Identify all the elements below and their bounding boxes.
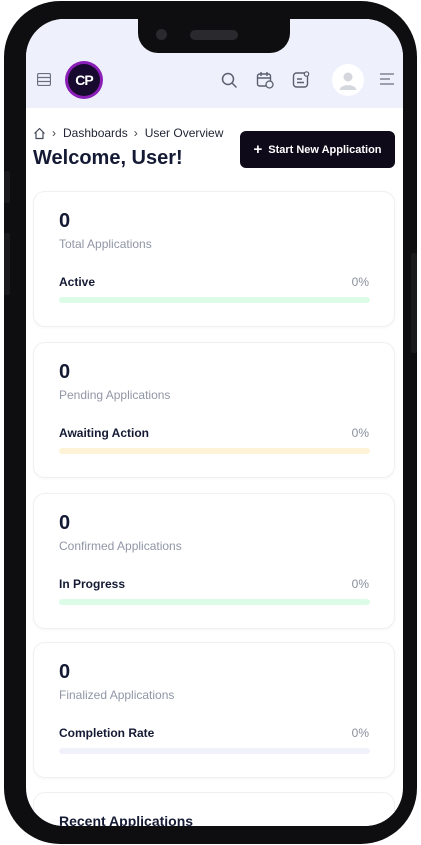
screen: CP › Dashboards › User Overview Welcome,… <box>26 19 403 826</box>
recent-applications-card: Recent Applications <box>33 792 395 826</box>
power-button <box>411 253 417 353</box>
menu-icon[interactable] <box>36 71 52 87</box>
stat-count: 0 <box>59 361 71 383</box>
home-icon[interactable] <box>33 127 46 140</box>
camera <box>156 29 167 40</box>
volume-down-button <box>4 233 10 295</box>
phone-frame: CP › Dashboards › User Overview Welcome,… <box>4 1 417 844</box>
progress-track <box>59 599 370 605</box>
stat-percent: 0% <box>351 577 369 591</box>
align-icon[interactable] <box>379 71 395 87</box>
start-new-application-label: Start New Application <box>268 143 382 156</box>
stat-label: Total Applications <box>59 237 152 251</box>
stat-percent: 0% <box>351 426 369 440</box>
breadcrumb: › Dashboards › User Overview <box>33 125 223 141</box>
stat-sub-label: Active <box>59 275 96 289</box>
volume-up-button <box>4 171 10 203</box>
chevron-right-icon: › <box>52 126 56 140</box>
progress-track <box>59 297 370 303</box>
avatar[interactable] <box>332 64 364 96</box>
logo-text: CP <box>68 64 100 96</box>
stat-sub-label: In Progress <box>59 577 126 591</box>
stat-count: 0 <box>59 210 71 232</box>
stat-card-confirmed: 0 Confirmed Applications In Progress 0% <box>33 493 395 629</box>
speaker <box>190 30 238 40</box>
stat-count: 0 <box>59 512 71 534</box>
start-new-application-button[interactable]: + Start New Application <box>240 131 395 168</box>
calendar-icon[interactable] <box>255 70 275 90</box>
notch <box>138 19 290 53</box>
stat-percent: 0% <box>351 726 369 740</box>
chevron-right-icon: › <box>133 126 138 140</box>
stat-count: 0 <box>59 661 71 683</box>
page-title: Welcome, User! <box>33 147 183 169</box>
notes-icon[interactable] <box>291 70 311 90</box>
stat-percent: 0% <box>351 275 369 289</box>
stat-sub-label: Completion Rate <box>59 726 155 740</box>
plus-icon: + <box>253 140 263 158</box>
breadcrumb-item-user-overview[interactable]: User Overview <box>145 126 224 140</box>
recent-applications-title: Recent Applications <box>59 813 194 826</box>
stat-label: Finalized Applications <box>59 688 175 702</box>
progress-track <box>59 748 370 754</box>
stat-label: Confirmed Applications <box>59 539 182 553</box>
search-icon[interactable] <box>220 71 238 89</box>
stat-label: Pending Applications <box>59 388 171 402</box>
app-logo[interactable]: CP <box>65 61 103 99</box>
breadcrumb-item-dashboards[interactable]: Dashboards <box>63 126 128 140</box>
progress-track <box>59 448 370 454</box>
stat-card-pending: 0 Pending Applications Awaiting Action 0… <box>33 342 395 478</box>
stat-card-finalized: 0 Finalized Applications Completion Rate… <box>33 642 395 778</box>
stat-card-total: 0 Total Applications Active 0% <box>33 191 395 327</box>
stat-sub-label: Awaiting Action <box>59 426 149 440</box>
